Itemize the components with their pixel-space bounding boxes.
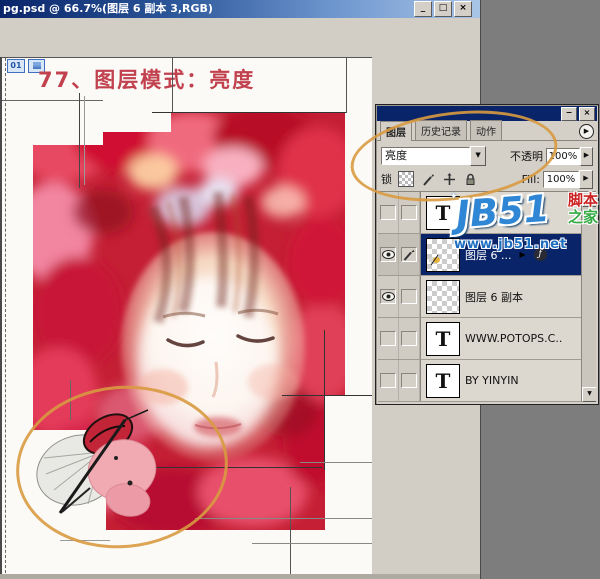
scroll-down-icon[interactable]: ▼ [582, 387, 596, 402]
palette-minimize-button[interactable]: − [561, 107, 577, 121]
guide-line [252, 543, 372, 544]
visibility-well[interactable] [378, 360, 399, 401]
layer-row-potops[interactable]: T WWW.POTOPS.C.. [378, 318, 582, 360]
text-layer-thumbnail[interactable]: T [426, 322, 460, 356]
slice-number-badge: 01 [7, 59, 25, 73]
visibility-well[interactable] [378, 318, 399, 359]
layers-list: T [378, 191, 596, 402]
link-well[interactable] [399, 276, 420, 317]
guide-line [346, 58, 347, 113]
layer-name: WWW.POTOPS.C.. [465, 332, 562, 345]
brush-icon [401, 247, 417, 262]
layer-effects-icon[interactable]: ƒ [534, 248, 547, 261]
close-button[interactable]: × [454, 1, 472, 17]
opacity-spinner-arrow-icon[interactable]: ▶ [580, 147, 593, 166]
window-controls: _ □ × [414, 1, 472, 17]
slice-boundary-dashed [5, 58, 7, 573]
guide-line [152, 112, 346, 113]
palette-close-button[interactable]: × [579, 107, 595, 121]
link-well[interactable] [399, 318, 420, 359]
guide-line [324, 330, 325, 470]
guide-line [300, 462, 372, 463]
photoshop-workspace: pg.psd @ 66.7%(图层 6 副本 3,RGB) _ □ × 01 7… [0, 0, 600, 579]
fill-value-field[interactable]: 100% [543, 171, 579, 188]
eye-icon[interactable] [380, 289, 396, 304]
document-titlebar[interactable]: pg.psd @ 66.7%(图层 6 副本 3,RGB) _ □ × [0, 0, 480, 18]
visibility-well[interactable] [378, 276, 399, 317]
guide-line [282, 395, 372, 396]
guide-line [195, 518, 372, 519]
guide-line [2, 100, 103, 101]
canvas-heading-text: 77、图层模式：亮度 [38, 64, 255, 94]
guide-line [79, 93, 80, 188]
layer-row-copy[interactable]: 图层 6 副本 [378, 276, 582, 318]
guide-line [84, 96, 85, 185]
layer-name: 图层 6 ... [465, 247, 511, 263]
effects-expand-arrow-icon[interactable]: ▶ [519, 250, 525, 259]
window-left-edge [0, 57, 2, 575]
active-paint-well[interactable] [399, 234, 420, 275]
text-layer-thumbnail[interactable]: T [426, 364, 460, 398]
maximize-button[interactable]: □ [434, 1, 452, 17]
layer-name: 图层 6 副本 [465, 289, 523, 305]
palette-menu-button[interactable]: ▶ [579, 124, 594, 139]
window-bottom-edge [0, 574, 480, 579]
eye-icon[interactable] [380, 247, 396, 262]
layer-thumbnail[interactable] [426, 238, 460, 272]
visibility-well[interactable] [378, 234, 399, 275]
link-well[interactable] [399, 360, 420, 401]
guide-line [290, 487, 291, 574]
scroll-up-icon[interactable]: ▲ [582, 192, 596, 207]
guide-line [172, 58, 173, 113]
mini-butterfly-thumbnail [428, 251, 441, 270]
layers-scrollbar[interactable]: ▲ ▼ [581, 192, 596, 402]
layer-thumbnail[interactable] [426, 280, 460, 314]
minimize-button[interactable]: _ [414, 1, 432, 17]
document-title: pg.psd @ 66.7%(图层 6 副本 3,RGB) [3, 0, 414, 18]
fill-spinner-arrow-icon[interactable]: ▶ [579, 170, 593, 189]
layer-row-selected[interactable]: 图层 6 ... ▶ ƒ [378, 234, 582, 276]
layer-name: BY YINYIN [465, 374, 519, 387]
layer-row-yinyin[interactable]: T BY YINYIN [378, 360, 582, 402]
